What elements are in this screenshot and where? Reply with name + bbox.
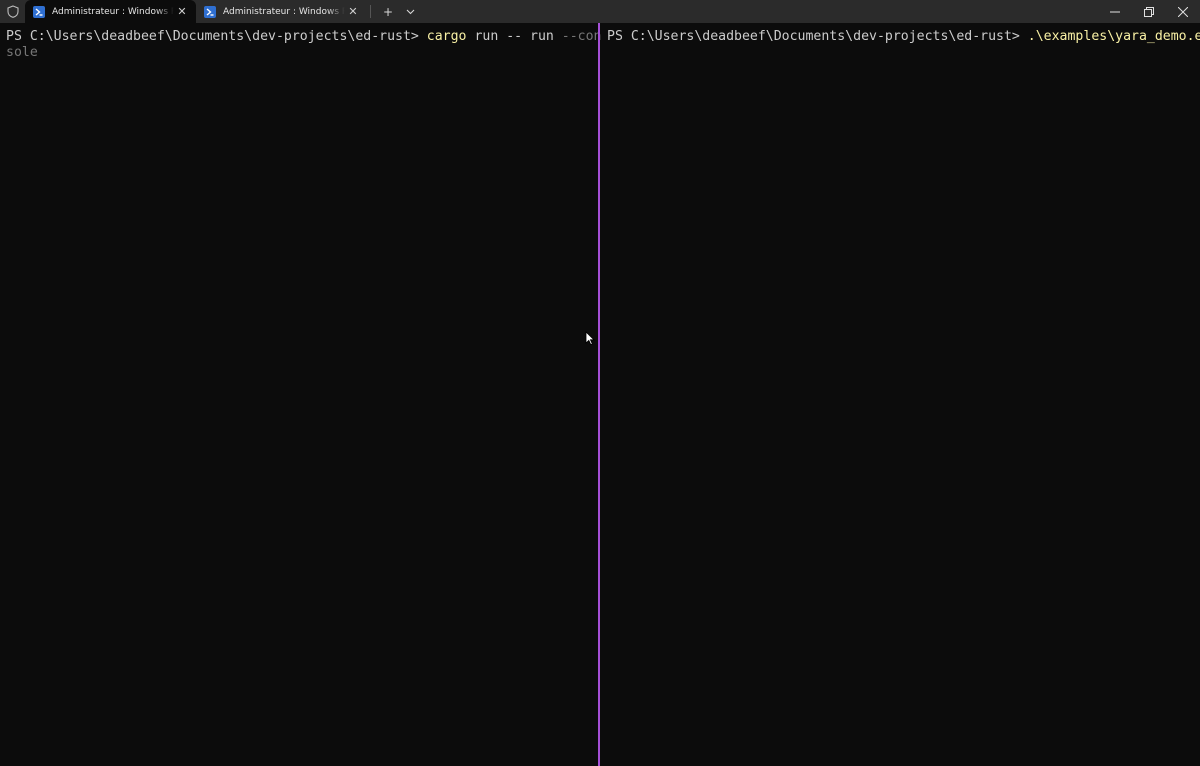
prompt: PS C:\Users\deadbeef\Documents\dev-proje… (6, 29, 427, 44)
tab-powershell-2[interactable]: Administrateur : Windows PowerShell ✕ (196, 0, 367, 23)
command: .\examples\yara_demo.exe (1027, 29, 1200, 44)
chevron-down-icon[interactable] (399, 0, 421, 23)
minimize-button[interactable] (1098, 0, 1132, 23)
title-bar: Administrateur : Windows PowerShell ✕ Ad… (0, 0, 1200, 23)
pane-divider[interactable] (598, 23, 600, 766)
prompt: PS C:\Users\deadbeef\Documents\dev-proje… (607, 29, 1028, 44)
command-flag-continued: sole (6, 45, 38, 60)
command-flag: --con (561, 29, 602, 44)
close-tab-icon[interactable]: ✕ (174, 5, 190, 18)
tab-title: Administrateur : Windows PowerShell (52, 6, 174, 17)
new-tab-button[interactable]: + (377, 0, 399, 23)
restore-button[interactable] (1132, 0, 1166, 23)
tab-powershell-1[interactable]: Administrateur : Windows PowerShell ✕ (25, 0, 196, 23)
shield-icon (0, 0, 25, 23)
terminal-pane-left[interactable]: PS C:\Users\deadbeef\Documents\dev-proje… (0, 23, 601, 766)
powershell-icon (33, 5, 45, 18)
close-window-button[interactable] (1166, 0, 1200, 23)
close-tab-icon[interactable]: ✕ (345, 5, 361, 18)
command-args: run -- run (466, 29, 562, 44)
powershell-icon (204, 5, 216, 18)
tab-separator (370, 5, 371, 18)
terminal-line: PS C:\Users\deadbeef\Documents\dev-proje… (607, 29, 1200, 45)
terminal-line: PS C:\Users\deadbeef\Documents\dev-proje… (6, 29, 601, 45)
command: cargo (426, 29, 467, 44)
terminal-pane-right[interactable]: PS C:\Users\deadbeef\Documents\dev-proje… (601, 23, 1200, 766)
tab-title: Administrateur : Windows PowerShell (223, 6, 345, 17)
terminal-line-wrap: sole (6, 45, 598, 61)
mouse-cursor-icon (585, 331, 595, 346)
